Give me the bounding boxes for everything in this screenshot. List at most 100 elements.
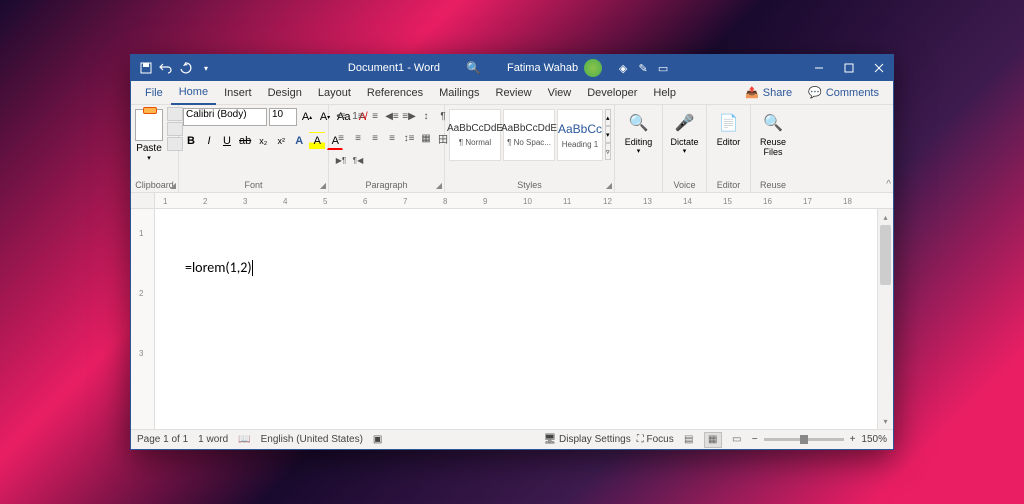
font-label: Font [183,178,324,192]
tab-insert[interactable]: Insert [216,81,260,105]
chevron-down-icon: ▾ [637,147,641,155]
language[interactable]: English (United States) [261,434,363,445]
redo-icon[interactable] [179,61,193,75]
web-layout-button[interactable]: ▭ [728,432,746,448]
undo-icon[interactable] [159,61,173,75]
chevron-down-icon: ▾ [683,147,687,155]
style-heading1[interactable]: AaBbCc Heading 1 [557,109,603,161]
ruler-tick: 1 [139,229,143,238]
ruler-tick: 18 [843,197,852,206]
vertical-ruler[interactable]: 123 [131,209,155,429]
paragraph-launcher[interactable]: ◢ [436,181,442,190]
shading-button[interactable]: ▦ [418,130,434,146]
dictate-button[interactable]: 🎤 Dictate ▾ [667,107,702,155]
italic-button[interactable]: I [201,132,217,150]
highlight-button[interactable]: A [309,132,325,150]
tab-mailings[interactable]: Mailings [431,81,487,105]
zoom-in-button[interactable]: + [850,434,856,445]
sort-button[interactable]: ↕ [418,108,434,124]
scroll-down-button[interactable]: ▾ [878,413,893,429]
zoom-slider[interactable] [764,438,844,441]
horizontal-ruler[interactable]: 123456789101112131415161718 [155,193,893,209]
user-account[interactable]: Fatima Wahab [507,59,602,77]
collapse-ribbon-button[interactable]: ^ [886,179,891,190]
tab-references[interactable]: References [359,81,431,105]
tab-review[interactable]: Review [488,81,540,105]
paste-icon [135,109,163,141]
font-size-select[interactable]: 10 [269,108,297,126]
grow-font-button[interactable]: A▴ [299,108,315,126]
spellcheck-icon[interactable]: 📖 [238,434,250,445]
customize-qat-icon[interactable]: ▾ [199,61,213,75]
reuse-files-button[interactable]: 🔍 Reuse Files [755,107,791,157]
tab-layout[interactable]: Layout [310,81,359,105]
underline-button[interactable]: U [219,132,235,150]
font-launcher[interactable]: ◢ [320,181,326,190]
close-button[interactable] [865,55,893,81]
ltr-button[interactable]: ▶¶ [333,152,349,168]
macro-icon[interactable]: ▣ [373,434,382,445]
styles-more-button[interactable]: ▿ [605,143,611,160]
rtl-button[interactable]: ¶◀ [350,152,366,168]
scroll-up-button[interactable]: ▴ [878,209,893,225]
tab-design[interactable]: Design [260,81,310,105]
style-normal[interactable]: AaBbCcDdE ¶ Normal [449,109,501,161]
page-number[interactable]: Page 1 of 1 [137,434,188,445]
voice-label: Voice [667,178,702,192]
paste-button[interactable]: Paste ▾ [135,107,163,162]
multilevel-button[interactable]: ≡ [367,108,383,124]
ribbon-display-icon[interactable]: ▭ [656,61,670,75]
styles-up-button[interactable]: ▴ [605,109,611,126]
comments-button[interactable]: 💬Comments [800,86,887,99]
justify-button[interactable]: ≡ [384,130,400,146]
line-spacing-button[interactable]: ↕≡ [401,130,417,146]
vertical-scrollbar[interactable]: ▴ ▾ [877,209,893,429]
numbering-button[interactable]: 1≡ [350,108,366,124]
focus-button[interactable]: ⛶ Focus [637,434,674,445]
editing-button[interactable]: 🔍 Editing ▾ [619,107,658,155]
print-layout-button[interactable]: ▦ [704,432,722,448]
superscript-button[interactable]: x² [273,132,289,150]
style-no-spacing[interactable]: AaBbCcDdE ¶ No Spac... [503,109,555,161]
increase-indent-button[interactable]: ≡▶ [401,108,417,124]
paragraph-label: Paragraph [333,178,440,192]
strikethrough-button[interactable]: ab [237,132,253,150]
ruler-tick: 16 [763,197,772,206]
ruler-tick: 6 [363,197,367,206]
save-icon[interactable] [139,61,153,75]
document-page[interactable]: =lorem(1,2) [155,209,877,429]
clipboard-launcher[interactable]: ◢ [170,181,176,190]
share-button[interactable]: 📤Share [737,86,800,99]
scroll-track[interactable] [878,225,893,413]
tab-developer[interactable]: Developer [579,81,645,105]
minimize-button[interactable] [805,55,833,81]
display-settings-button[interactable]: 🖥 Display Settings [544,434,631,445]
styles-launcher[interactable]: ◢ [606,181,612,190]
align-left-button[interactable]: ≡ [333,130,349,146]
tab-file[interactable]: File [137,81,171,105]
word-count[interactable]: 1 word [198,434,228,445]
read-mode-button[interactable]: ▤ [680,432,698,448]
align-right-button[interactable]: ≡ [367,130,383,146]
tab-view[interactable]: View [540,81,580,105]
font-name-select[interactable]: Calibri (Body) [183,108,267,126]
bullets-button[interactable]: •≡ [333,108,349,124]
search-icon[interactable]: 🔍 [466,61,481,75]
align-center-button[interactable]: ≡ [350,130,366,146]
subscript-button[interactable]: x₂ [255,132,271,150]
maximize-button[interactable] [835,55,863,81]
editor-button[interactable]: 📄 Editor [711,107,746,147]
tab-home[interactable]: Home [171,81,216,105]
editor-group: 📄 Editor Editor [707,105,751,192]
text-effects-button[interactable]: A [291,132,307,150]
tab-help[interactable]: Help [645,81,684,105]
decrease-indent-button[interactable]: ◀≡ [384,108,400,124]
zoom-level[interactable]: 150% [861,434,887,445]
diamond-icon[interactable]: ◈ [616,61,630,75]
zoom-thumb[interactable] [800,435,808,444]
pen-icon[interactable]: ✎ [636,61,650,75]
bold-button[interactable]: B [183,132,199,150]
zoom-out-button[interactable]: − [752,434,758,445]
scroll-thumb[interactable] [880,225,891,285]
styles-down-button[interactable]: ▾ [605,126,611,143]
